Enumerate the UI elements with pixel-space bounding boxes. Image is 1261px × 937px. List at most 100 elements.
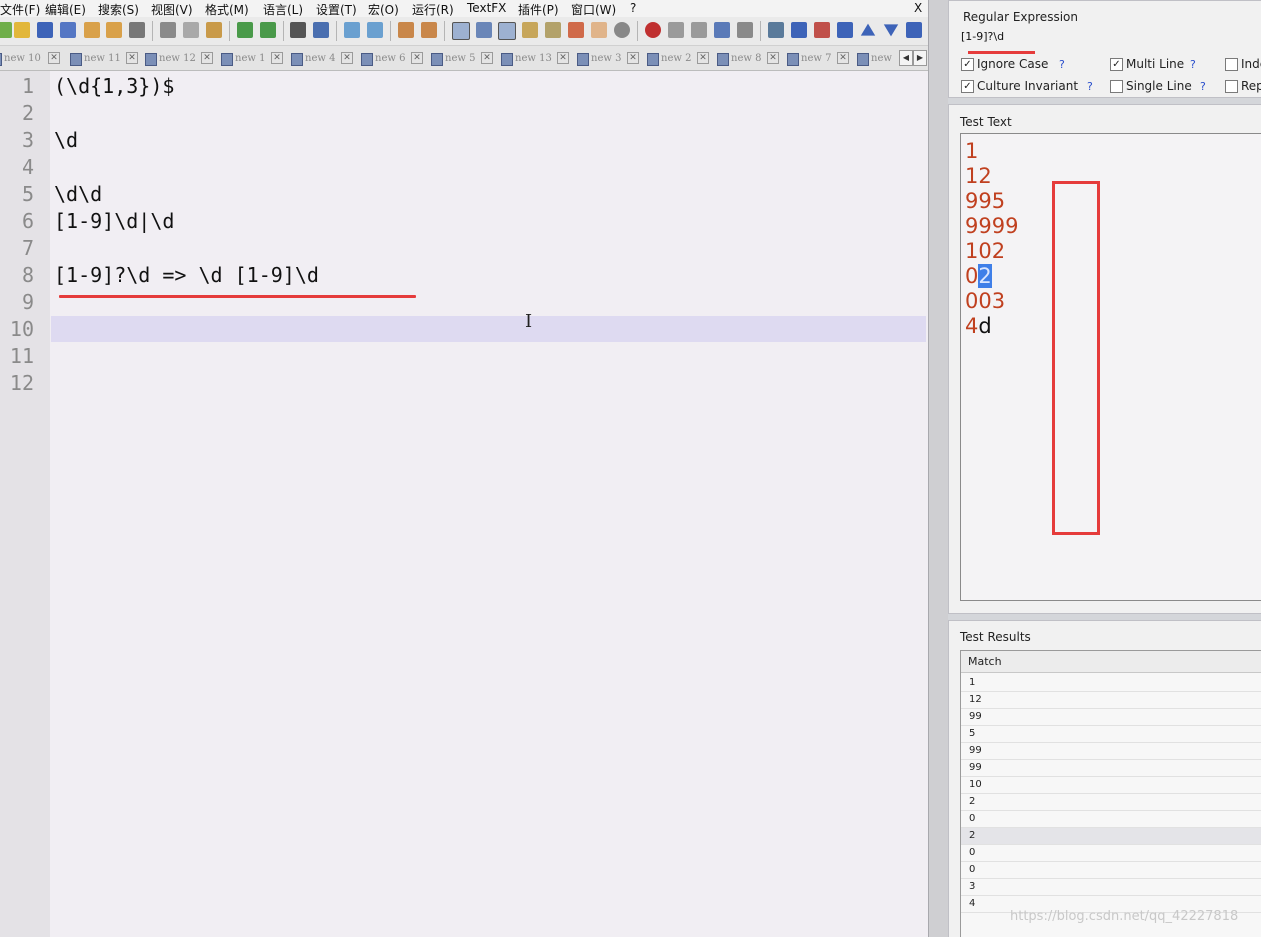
print-icon[interactable] [129, 22, 145, 38]
tab-new-3[interactable]: new 3 ✕ [575, 50, 641, 68]
result-row[interactable]: 5 [961, 726, 1261, 743]
function-list-icon[interactable] [568, 22, 584, 38]
text-editor[interactable]: (\d{1,3})$ \d \d\d [1-9]\d|\d [1-9]?\d =… [51, 71, 927, 937]
tab-new-13[interactable]: new 13 ✕ [499, 50, 571, 68]
panel-splitter[interactable] [928, 0, 949, 937]
menu-search[interactable]: 搜索(S) [98, 1, 139, 17]
tab-new-7[interactable]: new 7 ✕ [785, 50, 851, 68]
result-row[interactable]: 3 [961, 879, 1261, 896]
undo-icon[interactable] [237, 22, 253, 38]
show-all-chars-icon[interactable] [476, 22, 492, 38]
tab-close-icon[interactable]: ✕ [481, 52, 493, 64]
menu-plugins[interactable]: 插件(P) [518, 1, 559, 17]
new-file-icon[interactable] [0, 22, 12, 38]
tab-new-5[interactable]: new 5 ✕ [429, 50, 495, 68]
result-row[interactable]: 99 [961, 760, 1261, 777]
checkbox[interactable] [1225, 80, 1238, 93]
zoom-in-icon[interactable] [344, 22, 360, 38]
save-all-icon[interactable] [60, 22, 76, 38]
result-row[interactable]: 99 [961, 709, 1261, 726]
tab-close-icon[interactable]: ✕ [48, 52, 60, 64]
checkbox[interactable]: ✓ [1110, 58, 1123, 71]
result-row[interactable]: 0 [961, 862, 1261, 879]
tab-close-icon[interactable]: ✕ [271, 52, 283, 64]
menu-format[interactable]: 格式(M) [205, 1, 249, 17]
zoom-out-icon[interactable] [367, 22, 383, 38]
redo-icon[interactable] [260, 22, 276, 38]
result-row[interactable]: 1 [961, 675, 1261, 692]
help-icon[interactable]: ? [1190, 58, 1196, 71]
results-list[interactable]: Match 1 12 99 5 99 99 10 2 0 2 0 0 3 4 [960, 650, 1261, 937]
arrow-down-icon[interactable] [883, 24, 899, 37]
help-icon[interactable]: ? [1200, 80, 1206, 93]
open-file-icon[interactable] [14, 22, 30, 38]
menu-view[interactable]: 视图(V) [151, 1, 193, 17]
tab-close-icon[interactable]: ✕ [767, 52, 779, 64]
plugin-icon[interactable] [791, 22, 807, 38]
checkbox[interactable] [1110, 80, 1123, 93]
tab-new-8[interactable]: new 8 ✕ [715, 50, 781, 68]
close-all-icon[interactable] [106, 22, 122, 38]
tab-new-2[interactable]: new 2 ✕ [645, 50, 711, 68]
menu-edit[interactable]: 编辑(E) [45, 1, 86, 17]
tab-new-1[interactable]: new 1 ✕ [219, 50, 285, 68]
document-map-icon[interactable] [545, 22, 561, 38]
menu-macro[interactable]: 宏(O) [368, 1, 399, 17]
results-column-header[interactable]: Match [961, 651, 1261, 673]
tab-new-6[interactable]: new 6 ✕ [359, 50, 425, 68]
tab-new-11[interactable]: new 11 ✕ [68, 50, 140, 68]
plugin-icon[interactable] [837, 22, 853, 38]
word-wrap-icon[interactable] [452, 22, 470, 40]
help-icon[interactable]: ? [1059, 58, 1065, 71]
tab-close-icon[interactable]: ✕ [837, 52, 849, 64]
tab-close-icon[interactable]: ✕ [411, 52, 423, 64]
result-row[interactable]: 0 [961, 811, 1261, 828]
run-macro-multiple-icon[interactable] [714, 22, 730, 38]
result-row-selected[interactable]: 2 [961, 828, 1261, 845]
arrow-up-icon[interactable] [860, 23, 876, 36]
close-document-icon[interactable]: X [914, 1, 922, 15]
tab-new[interactable]: new [855, 50, 897, 68]
user-language-icon[interactable] [522, 22, 538, 38]
monitoring-icon[interactable] [614, 22, 630, 38]
tab-close-icon[interactable]: ✕ [557, 52, 569, 64]
cut-icon[interactable] [160, 22, 176, 38]
plugin-icon[interactable] [768, 22, 784, 38]
save-icon[interactable] [37, 22, 53, 38]
paste-icon[interactable] [206, 22, 222, 38]
record-macro-icon[interactable] [645, 22, 661, 38]
sync-horizontal-icon[interactable] [421, 22, 437, 38]
tab-new-4[interactable]: new 4 ✕ [289, 50, 355, 68]
menu-language[interactable]: 语言(L) [263, 1, 303, 17]
checkbox[interactable]: ✓ [961, 58, 974, 71]
menu-settings[interactable]: 设置(T) [316, 1, 357, 17]
replace-icon[interactable] [313, 22, 329, 38]
checkbox[interactable]: ✓ [961, 80, 974, 93]
find-icon[interactable] [290, 22, 306, 38]
play-macro-icon[interactable] [691, 22, 707, 38]
stop-macro-icon[interactable] [668, 22, 684, 38]
result-row[interactable]: 0 [961, 845, 1261, 862]
help-icon[interactable]: ? [1087, 80, 1093, 93]
tab-scroll-right-icon[interactable]: ▶ [913, 50, 927, 66]
close-icon[interactable] [84, 22, 100, 38]
plugin-icon[interactable] [906, 22, 922, 38]
tab-close-icon[interactable]: ✕ [126, 52, 138, 64]
test-text-area[interactable]: 1 12 995 9999 102 02 003 4d [960, 133, 1261, 601]
result-row[interactable]: 2 [961, 794, 1261, 811]
tab-close-icon[interactable]: ✕ [697, 52, 709, 64]
tab-close-icon[interactable]: ✕ [627, 52, 639, 64]
menu-window[interactable]: 窗口(W) [571, 1, 616, 17]
tab-close-icon[interactable]: ✕ [201, 52, 213, 64]
menu-help[interactable]: ? [630, 1, 636, 15]
menu-file[interactable]: 文件(F) [0, 1, 40, 17]
plugin-icon[interactable] [814, 22, 830, 38]
result-row[interactable]: 10 [961, 777, 1261, 794]
folder-workspace-icon[interactable] [591, 22, 607, 38]
menu-textfx[interactable]: TextFX [467, 1, 506, 15]
tab-new-12[interactable]: new 12 ✕ [143, 50, 215, 68]
result-row[interactable]: 12 [961, 692, 1261, 709]
tab-new-10[interactable]: new 10 ✕ [0, 50, 62, 68]
checkbox[interactable] [1225, 58, 1238, 71]
regex-input[interactable]: [1-9]?\d [961, 30, 1261, 48]
